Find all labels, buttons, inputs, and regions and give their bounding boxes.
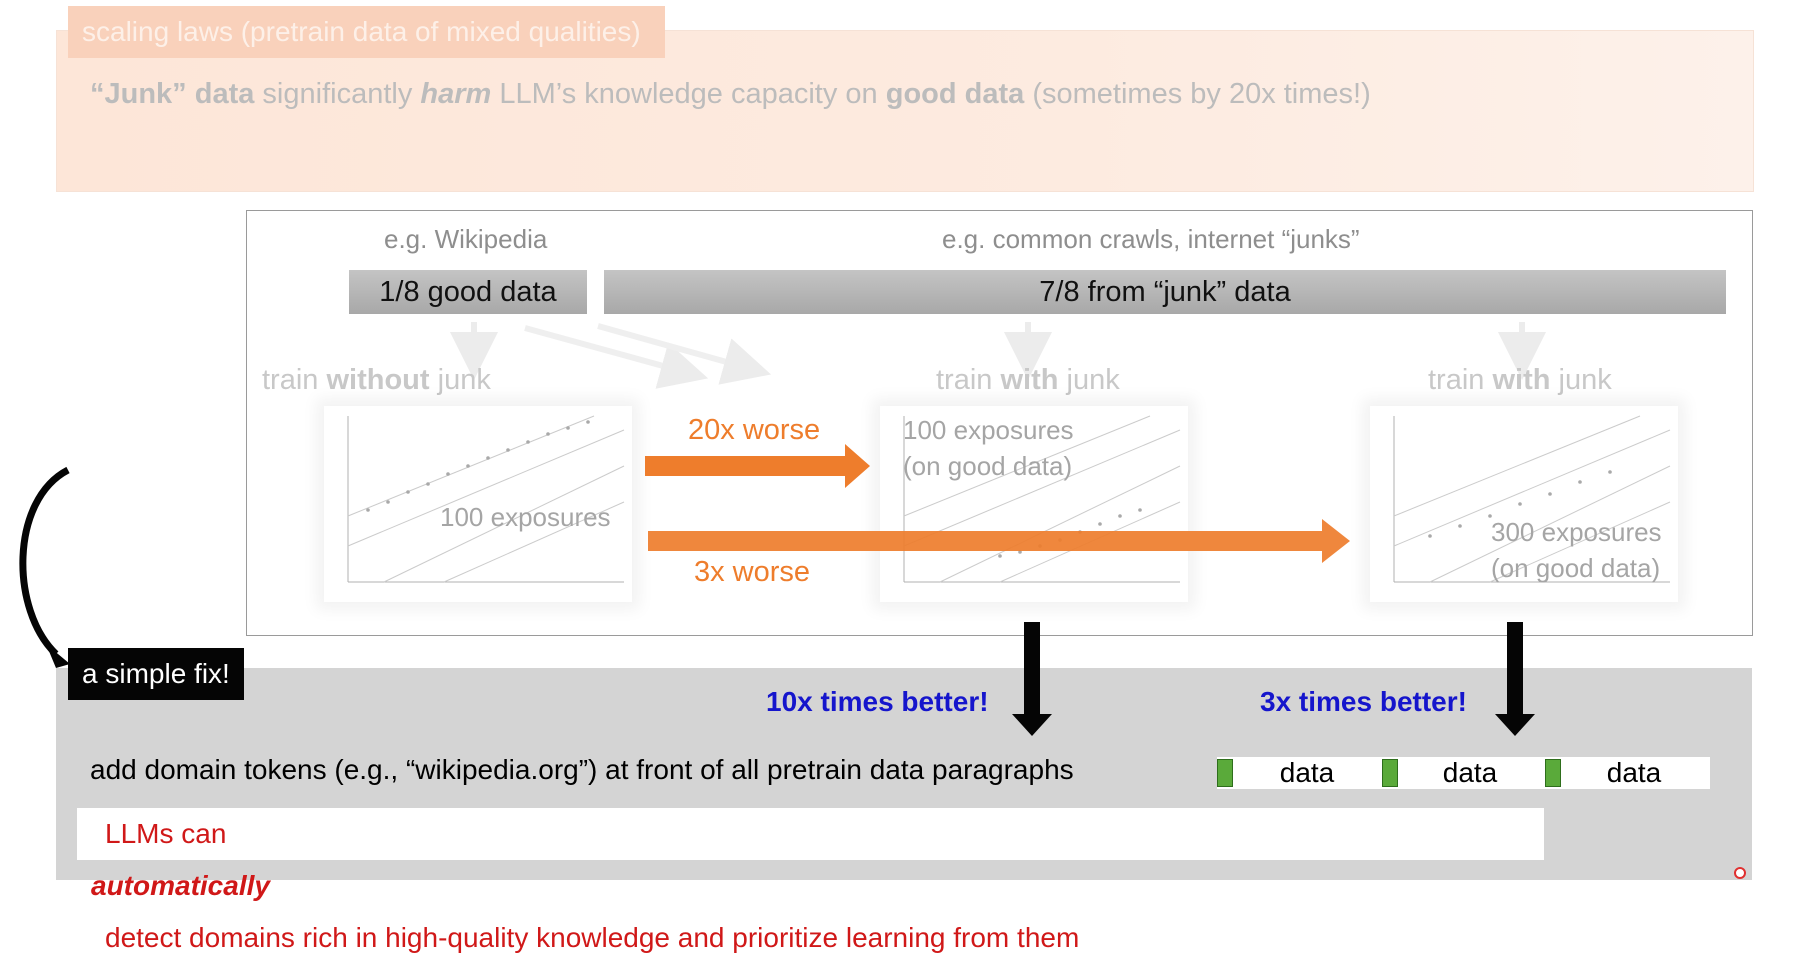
fix-instruction: add domain tokens (e.g., “wikipedia.org”… [90, 754, 1074, 785]
domain-token [1545, 759, 1561, 787]
domain-token [1217, 759, 1233, 787]
conclusion: LLMs can automatically detect domains ri… [77, 808, 1544, 953]
token-strip: data data data [1217, 757, 1710, 789]
token-data-word: data [1442, 757, 1498, 788]
token-data-word: data [1606, 757, 1662, 788]
laser-pointer-dot [1734, 867, 1746, 879]
domain-token [1382, 759, 1398, 787]
arrow-3x-better [1495, 622, 1535, 736]
token-data-word: data [1279, 757, 1335, 788]
label-3x-better: 3x times better! [1260, 686, 1467, 717]
label-10x-better: 10x times better! [766, 686, 989, 717]
arrow-10x-better [1012, 622, 1052, 736]
